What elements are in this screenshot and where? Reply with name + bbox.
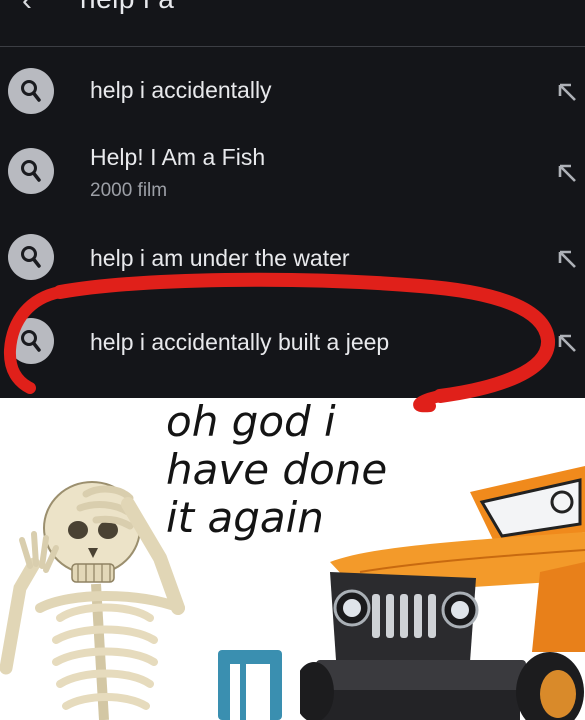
- suggestion-text: Help! I Am a Fish: [90, 144, 266, 170]
- suggestion-text: help i accidentally: [90, 77, 272, 103]
- suggestion-item[interactable]: help i accidentally: [0, 68, 585, 118]
- fill-query-arrow-icon[interactable]: [556, 248, 578, 270]
- fill-query-arrow-icon[interactable]: [556, 162, 578, 184]
- orange-jeep-image: [300, 466, 585, 720]
- search-query-text[interactable]: help i a: [80, 0, 174, 15]
- back-arrow-icon[interactable]: ‹: [22, 0, 32, 18]
- search-query-bar[interactable]: ‹ help i a: [0, 0, 585, 47]
- suggestion-item[interactable]: Help! I Am a Fish 2000 film: [0, 140, 585, 210]
- fill-query-arrow-icon[interactable]: [556, 81, 578, 103]
- suggestion-text: help i am under the water: [90, 245, 350, 271]
- suggestion-subtitle: 2000 film: [90, 180, 168, 201]
- search-icon: [8, 148, 54, 194]
- blue-chair-image: [218, 650, 282, 720]
- caption-line: oh god i: [166, 397, 336, 446]
- search-icon: [8, 68, 54, 114]
